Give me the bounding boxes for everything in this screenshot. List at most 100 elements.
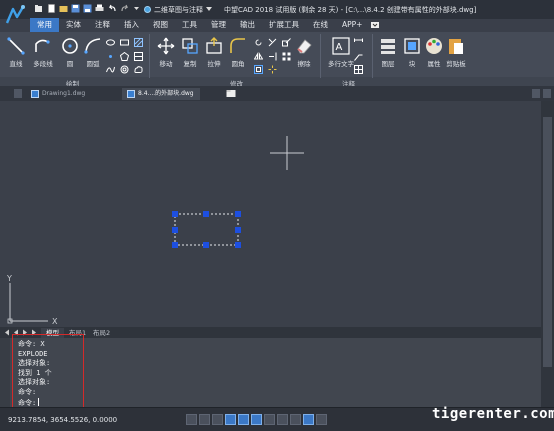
grip-handle[interactable] xyxy=(203,211,209,217)
model-space-toggle[interactable] xyxy=(303,414,314,425)
grip-handle[interactable] xyxy=(172,242,178,248)
explode-icon[interactable] xyxy=(268,65,277,74)
leader-icon[interactable] xyxy=(354,52,363,61)
open-file-icon[interactable] xyxy=(59,4,68,13)
grip-handle[interactable] xyxy=(235,211,241,217)
grip-handle[interactable] xyxy=(172,211,178,217)
tab-output[interactable]: 输出 xyxy=(233,18,262,32)
stretch-icon xyxy=(206,37,222,54)
table-icon[interactable] xyxy=(354,65,363,74)
mtext-button[interactable]: A 多行文字 xyxy=(328,36,354,68)
circle-button[interactable]: 圆 xyxy=(60,36,80,68)
stretch-button[interactable]: 拉伸 xyxy=(204,36,224,68)
ribbon-toggle-icon[interactable] xyxy=(369,18,381,32)
tab-app-plus[interactable]: APP+ xyxy=(335,18,369,32)
tab-home[interactable]: 常用 xyxy=(30,18,59,32)
tab-online[interactable]: 在线 xyxy=(306,18,335,32)
polar-toggle[interactable] xyxy=(225,414,236,425)
rotate-icon[interactable] xyxy=(254,38,263,47)
tab-annotate[interactable]: 注释 xyxy=(88,18,117,32)
tab-solid[interactable]: 实体 xyxy=(59,18,88,32)
dyn-input-toggle[interactable] xyxy=(277,414,288,425)
polygon-icon[interactable] xyxy=(120,52,129,61)
save-as-icon[interactable] xyxy=(83,4,92,13)
grip-handle[interactable] xyxy=(172,227,178,233)
polyline-icon xyxy=(35,39,50,52)
qa-dropdown-icon[interactable] xyxy=(132,4,141,13)
trim-icon[interactable] xyxy=(268,38,277,47)
tab-scroll-right-button[interactable] xyxy=(543,89,551,98)
doc-tab-drawing1[interactable]: Drawing1.dwg xyxy=(26,88,91,100)
undo-icon[interactable] xyxy=(108,4,117,13)
selected-block-rectangle[interactable] xyxy=(172,211,241,248)
ucs-icon xyxy=(7,283,48,324)
region-icon[interactable] xyxy=(134,52,143,61)
point-icon[interactable] xyxy=(106,52,115,61)
tab-insert[interactable]: 插入 xyxy=(117,18,146,32)
properties-button[interactable]: 属性 xyxy=(424,36,444,68)
doc-tab-current[interactable]: 8.4....的外部块.dwg xyxy=(122,88,200,100)
first-layout-icon[interactable] xyxy=(4,329,10,336)
annotation-scale-toggle[interactable] xyxy=(316,414,327,425)
cursor-coordinates: 9213.7854, 3654.5526, 0.0000 xyxy=(8,416,118,424)
clipboard-button[interactable]: 剪贴板 xyxy=(446,36,466,68)
block-icon xyxy=(404,38,420,54)
tab-scroll-left-button[interactable] xyxy=(532,89,540,98)
command-window-grip[interactable] xyxy=(0,338,10,407)
grip-handle[interactable] xyxy=(235,242,241,248)
highlight-annotation-box xyxy=(12,334,84,410)
app-menu-icon[interactable] xyxy=(34,4,43,13)
copy-button[interactable]: 复制 xyxy=(180,36,200,68)
vertical-scrollbar[interactable] xyxy=(541,101,554,407)
rectangle-icon[interactable] xyxy=(120,38,129,47)
mirror-icon[interactable] xyxy=(254,52,263,61)
fillet-button[interactable]: 圆角 xyxy=(228,36,248,68)
dimension-icon[interactable] xyxy=(354,38,363,47)
spline-icon[interactable] xyxy=(106,65,115,74)
layers-button[interactable]: 图层 xyxy=(378,36,398,68)
tab-manage[interactable]: 管理 xyxy=(204,18,233,32)
hatch-icon[interactable] xyxy=(134,38,143,47)
donut-icon[interactable] xyxy=(120,65,129,74)
erase-button[interactable]: 擦除 xyxy=(294,36,314,68)
revcloud-icon[interactable] xyxy=(134,65,143,74)
ortho-toggle[interactable] xyxy=(212,414,223,425)
tab-tools[interactable]: 工具 xyxy=(175,18,204,32)
grid-toggle[interactable] xyxy=(199,414,210,425)
tab-extension-tools[interactable]: 扩展工具 xyxy=(262,18,306,32)
drawing-canvas[interactable]: Y X xyxy=(0,101,541,327)
workspace-selector[interactable]: 二维草图与注释 xyxy=(144,4,212,15)
tab-layout2[interactable]: 布局2 xyxy=(88,328,115,338)
scale-icon[interactable] xyxy=(282,38,291,47)
polyline-button[interactable]: 多段线 xyxy=(33,36,53,68)
palette-icon xyxy=(426,38,442,54)
grip-handle[interactable] xyxy=(235,227,241,233)
tab-list-button[interactable] xyxy=(14,89,22,98)
new-file-icon[interactable] xyxy=(47,4,56,13)
line-icon xyxy=(7,37,25,55)
snap-toggle[interactable] xyxy=(186,414,197,425)
lineweight-toggle[interactable] xyxy=(264,414,275,425)
array-icon[interactable] xyxy=(282,52,291,61)
extend-icon[interactable] xyxy=(268,52,277,61)
new-tab-icon[interactable] xyxy=(226,89,236,98)
workspace-icon xyxy=(144,6,151,13)
ellipse-icon[interactable] xyxy=(106,38,115,47)
save-icon[interactable] xyxy=(71,4,80,13)
scrollbar-thumb[interactable] xyxy=(543,117,552,367)
ucs-x-label: X xyxy=(52,317,58,326)
line-button[interactable]: 直线 xyxy=(6,36,26,68)
offset-icon[interactable] xyxy=(254,65,263,74)
selection-cycling-toggle[interactable] xyxy=(290,414,301,425)
block-button[interactable]: 块 xyxy=(402,36,422,68)
arc-button[interactable]: 圆弧 xyxy=(83,36,103,68)
print-icon[interactable] xyxy=(95,4,104,13)
grip-handle[interactable] xyxy=(203,242,209,248)
redo-icon[interactable] xyxy=(120,4,129,13)
app-logo-icon[interactable] xyxy=(3,3,27,31)
osnap-toggle[interactable] xyxy=(238,414,249,425)
copy-icon xyxy=(182,38,198,54)
tab-view[interactable]: 视图 xyxy=(146,18,175,32)
move-button[interactable]: 移动 xyxy=(156,36,176,68)
otrack-toggle[interactable] xyxy=(251,414,262,425)
